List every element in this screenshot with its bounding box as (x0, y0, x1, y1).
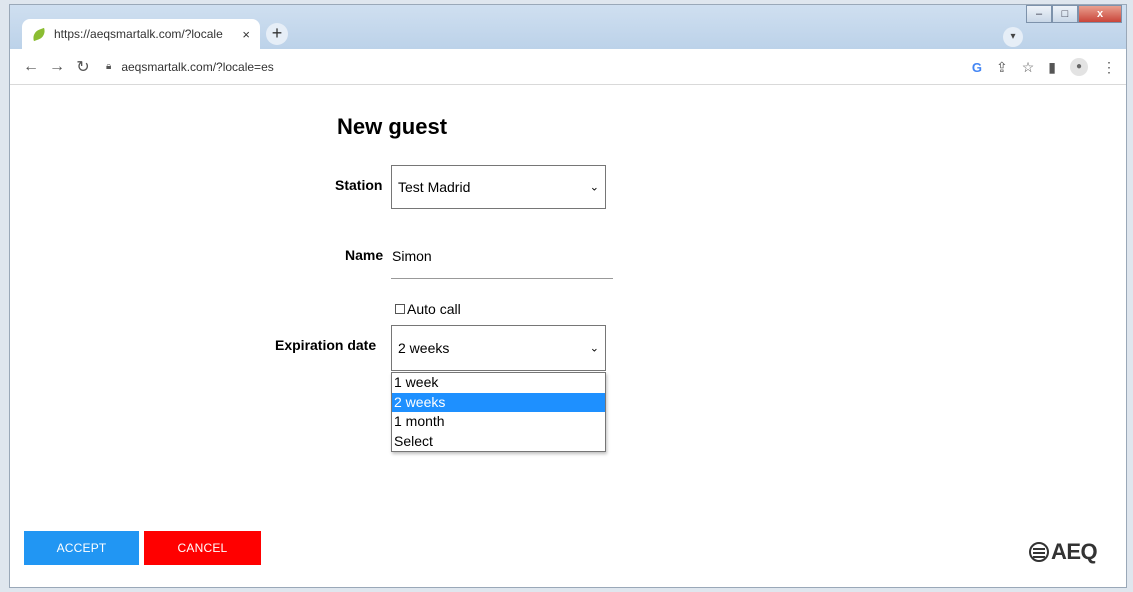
back-icon[interactable]: ← (18, 58, 44, 76)
aeq-logo-icon (1029, 542, 1049, 562)
share-icon[interactable]: ⇪ (996, 59, 1008, 76)
expiration-value: 2 weeks (398, 340, 450, 356)
dropdown-option[interactable]: Select (392, 432, 605, 452)
dropdown-option[interactable]: 1 month (392, 412, 605, 432)
browser-toolbar: ← → ↻ 🔒︎ aeqsmartalk.com/?locale=es G ⇪ … (10, 49, 1126, 85)
chevron-down-icon: ⌄ (589, 342, 599, 355)
sidepanel-icon[interactable]: ▮ (1048, 59, 1056, 76)
name-input[interactable]: Simon (392, 248, 432, 264)
menu-icon[interactable]: ⋮ (1102, 59, 1116, 76)
page-title: New guest (337, 114, 448, 139)
station-label: Station (335, 177, 383, 193)
station-select[interactable]: Test Madrid ⌄ (391, 165, 606, 209)
tab-title: https://aeqsmartalk.com/?locale (54, 27, 223, 41)
station-value: Test Madrid (398, 179, 471, 195)
dropdown-option[interactable]: 1 week (392, 373, 605, 393)
lock-icon[interactable]: 🔒︎ (106, 61, 111, 72)
address-bar[interactable]: 🔒︎ aeqsmartalk.com/?locale=es (106, 60, 274, 74)
aeq-logo-text: AEQ (1051, 539, 1098, 564)
cancel-button[interactable]: CANCEL (144, 531, 261, 565)
profile-icon[interactable]: ● (1070, 58, 1088, 76)
expiration-select[interactable]: 2 weeks ⌄ (391, 325, 606, 371)
name-input-underline (391, 278, 613, 279)
minimize-button[interactable]: – (1026, 5, 1052, 23)
auto-call-option[interactable]: Auto call (395, 301, 461, 317)
new-tab-button[interactable]: + (266, 23, 288, 45)
google-icon[interactable]: G (972, 60, 982, 75)
auto-call-label: Auto call (407, 301, 461, 317)
window-controls: – □ x (1026, 5, 1122, 23)
chevron-down-icon: ⌄ (589, 181, 599, 194)
url-text[interactable]: aeqsmartalk.com/?locale=es (121, 60, 273, 74)
browser-window: https://aeqsmartalk.com/?locale × + ▾ – … (9, 4, 1127, 588)
name-label: Name (345, 247, 384, 263)
forward-icon[interactable]: → (44, 58, 70, 76)
browser-tab[interactable]: https://aeqsmartalk.com/?locale × (22, 19, 260, 49)
maximize-button[interactable]: □ (1052, 5, 1078, 23)
aeq-logo: AEQ (1029, 539, 1098, 565)
star-icon[interactable]: ☆ (1022, 59, 1035, 76)
checkbox-icon[interactable] (395, 304, 405, 314)
dropdown-option[interactable]: 2 weeks (392, 392, 605, 412)
reload-icon[interactable]: ↻ (70, 57, 96, 77)
toolbar-actions: G ⇪ ☆ ▮ ● ⋮ (972, 49, 1116, 85)
favicon-icon (30, 27, 48, 41)
tab-close-icon[interactable]: × (242, 27, 250, 42)
tab-search-icon[interactable]: ▾ (1003, 27, 1023, 47)
expiration-dropdown-list: 1 week 2 weeks 1 month Select (391, 372, 606, 452)
page-content: New guest Station Test Madrid ⌄ Name Sim… (10, 85, 1126, 587)
close-window-button[interactable]: x (1078, 5, 1122, 23)
title-bar: https://aeqsmartalk.com/?locale × + ▾ – … (10, 5, 1126, 49)
expiration-label: Expiration date (275, 337, 377, 353)
accept-button[interactable]: ACCEPT (24, 531, 139, 565)
